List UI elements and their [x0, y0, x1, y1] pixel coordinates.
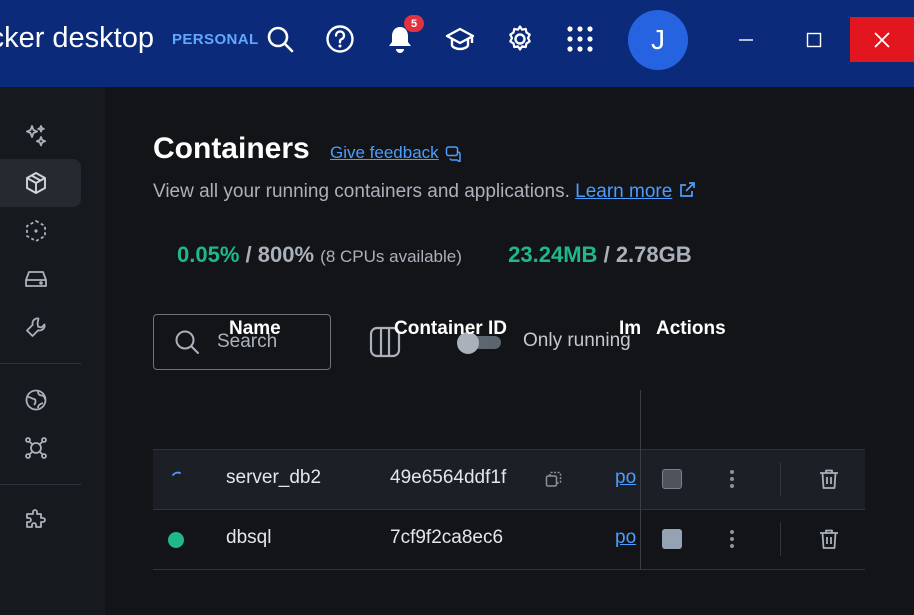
- status-running-icon: [168, 532, 184, 548]
- containers-icon: [26, 172, 46, 194]
- learn-more-link[interactable]: Learn more: [575, 181, 672, 202]
- table-row[interactable]: server_db2 49e6564ddf1f po: [153, 450, 865, 510]
- cpu-separator: /: [245, 242, 252, 267]
- memory-used: 23.24MB: [508, 242, 598, 267]
- app-logo: docker desktop: [0, 0, 160, 87]
- container-name[interactable]: dbsql: [226, 527, 271, 549]
- header-actions: Actions: [656, 318, 726, 339]
- volumes-icon: [25, 271, 47, 287]
- image-link[interactable]: po: [615, 467, 640, 489]
- minimize-icon: [739, 38, 753, 41]
- page-subtitle: View all your running containers and app…: [153, 181, 696, 203]
- container-name[interactable]: server_db2: [226, 467, 321, 489]
- search-icon[interactable]: [265, 22, 295, 56]
- trash-icon[interactable]: [817, 467, 841, 491]
- cpu-note: (8 CPUs available): [320, 247, 462, 266]
- container-id: 7cf9f2ca8ec6: [390, 527, 504, 548]
- feedback-icon: [445, 145, 461, 162]
- cpu-total: 800%: [257, 242, 315, 267]
- sidebar: [0, 87, 105, 615]
- memory-total: 2.78GB: [615, 242, 692, 267]
- memory-separator: /: [603, 242, 610, 267]
- learn-more-label: Learn more: [575, 181, 673, 202]
- more-actions-icon[interactable]: [722, 467, 742, 491]
- cpu-used: 0.05%: [177, 242, 240, 267]
- copy-icon[interactable]: [545, 471, 562, 488]
- status-starting-icon: [172, 471, 181, 476]
- close-window-button[interactable]: [850, 17, 914, 62]
- maximize-button[interactable]: [782, 17, 846, 62]
- container-id: 49e6564ddf1f: [390, 467, 507, 488]
- sidebar-item-volumes[interactable]: [0, 255, 81, 303]
- minimize-button[interactable]: [714, 17, 778, 62]
- extensions-hub-icon: [25, 437, 47, 459]
- help-icon[interactable]: [325, 22, 355, 56]
- plan-label: PERSONAL: [172, 31, 259, 48]
- sidebar-item-builds[interactable]: [0, 303, 81, 351]
- extensions-icon: [26, 509, 46, 528]
- close-icon: [874, 31, 890, 48]
- user-avatar[interactable]: J: [628, 10, 688, 70]
- search-icon: [175, 330, 199, 354]
- more-actions-icon[interactable]: [722, 527, 742, 551]
- scout-icon: [25, 389, 47, 411]
- sidebar-item-scout[interactable]: [0, 376, 81, 424]
- subtitle-text: View all your running containers and app…: [153, 181, 570, 202]
- sidebar-item-images[interactable]: [0, 207, 81, 255]
- trash-icon[interactable]: [817, 527, 841, 551]
- give-feedback-label: Give feedback: [330, 143, 439, 162]
- sidebar-divider: [0, 363, 81, 364]
- external-link-icon[interactable]: [678, 181, 696, 199]
- give-feedback-link[interactable]: Give feedback: [330, 143, 462, 163]
- gear-icon[interactable]: [505, 22, 535, 56]
- sidebar-item-extensions-hub[interactable]: [0, 424, 81, 472]
- apps-grid-icon[interactable]: [565, 22, 595, 56]
- builds-icon: [26, 317, 46, 337]
- sidebar-item-extensions[interactable]: [0, 497, 81, 545]
- actions-divider: [780, 462, 781, 496]
- resource-usage: 0.05% / 800% (8 CPUs available) 23.24MB …: [177, 242, 692, 268]
- notification-badge: 5: [404, 15, 424, 32]
- only-running-label: Only running: [523, 330, 631, 351]
- images-icon: [26, 219, 46, 243]
- header-image[interactable]: Im: [619, 318, 640, 340]
- sparkles-icon: [26, 125, 47, 147]
- sticky-column-divider: [640, 390, 641, 570]
- title-bar: docker desktop PERSONAL 5 J: [0, 0, 914, 87]
- maximize-icon: [806, 32, 822, 47]
- header-container-id[interactable]: Container ID: [394, 318, 507, 340]
- stop-button[interactable]: [662, 529, 682, 549]
- app-brand-text: docker desktop: [0, 22, 154, 54]
- sidebar-item-containers[interactable]: [0, 159, 81, 207]
- sidebar-item-gordon[interactable]: [0, 111, 81, 159]
- image-link[interactable]: po: [615, 527, 640, 549]
- header-name[interactable]: Name: [229, 318, 281, 340]
- stop-button[interactable]: [662, 469, 682, 489]
- learning-center-icon[interactable]: [445, 22, 475, 56]
- table-row[interactable]: dbsql 7cf9f2ca8ec6 po: [153, 510, 865, 570]
- actions-divider: [780, 522, 781, 556]
- page-title: Containers: [153, 132, 310, 165]
- sidebar-divider: [0, 484, 81, 485]
